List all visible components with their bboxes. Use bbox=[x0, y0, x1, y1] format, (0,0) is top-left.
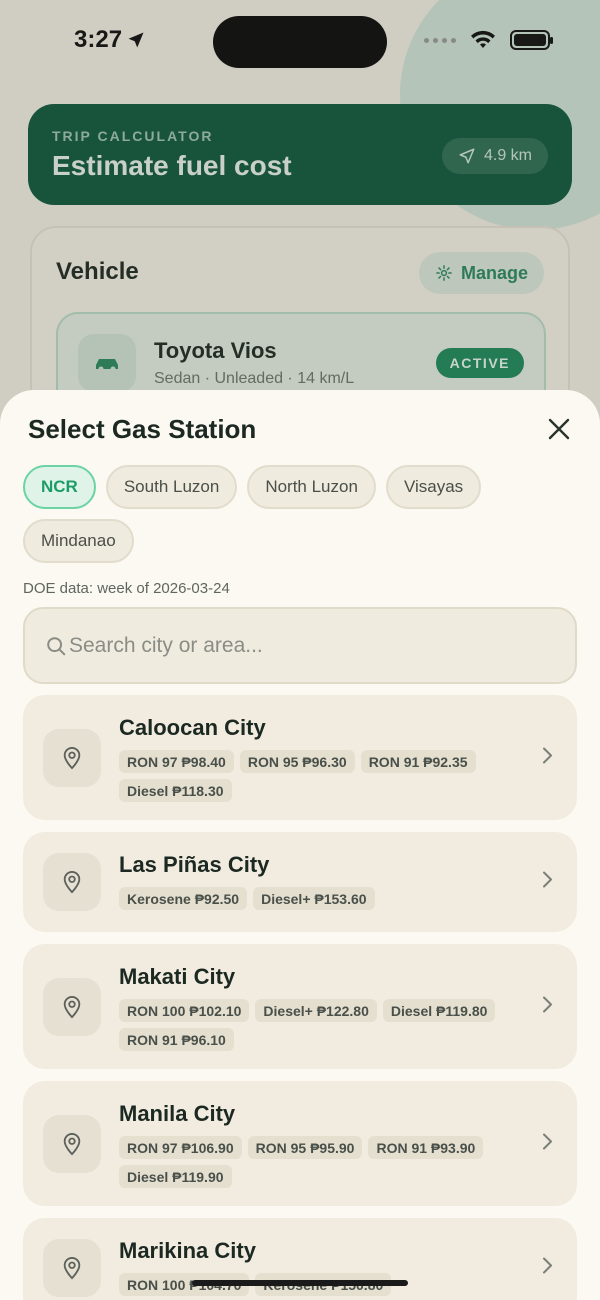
map-pin-icon bbox=[43, 728, 101, 787]
region-chip-mindanao[interactable]: Mindanao bbox=[23, 519, 134, 563]
fuel-price-tag: RON 91 ₱92.35 bbox=[360, 750, 476, 773]
chevron-right-icon bbox=[541, 746, 553, 769]
fuel-price-tag: Diesel+ ₱122.80 bbox=[255, 999, 377, 1022]
fuel-price-tag: Diesel ₱119.90 bbox=[119, 1165, 232, 1188]
fuel-price-tag: Kerosene ₱92.50 bbox=[119, 887, 248, 910]
city-name: Marikina City bbox=[119, 1238, 256, 1263]
map-pin-icon bbox=[43, 1114, 101, 1173]
fuel-price-tag: Diesel ₱119.80 bbox=[382, 999, 496, 1022]
city-name: Manila City bbox=[119, 1101, 236, 1126]
city-name: Makati City bbox=[119, 964, 236, 989]
select-gas-station-sheet: Select Gas Station NCR South Luzon North L… bbox=[0, 390, 600, 1300]
chevron-right-icon bbox=[541, 995, 553, 1018]
fuel-price-tag: RON 91 ₱93.90 bbox=[368, 1136, 484, 1159]
chevron-right-icon bbox=[541, 871, 553, 894]
fuel-price-tag: RON 100 ₱102.10 bbox=[119, 999, 250, 1022]
region-chip-visayas[interactable]: Visayas bbox=[385, 465, 482, 509]
doe-data-note: DOE data: week of 2026-03-24 bbox=[23, 580, 230, 597]
fuel-price-tags: RON 100 ₱102.10 Diesel+ ₱122.80 Diesel ₱11… bbox=[119, 999, 517, 1051]
home-indicator bbox=[192, 1280, 408, 1286]
fuel-price-tags: Kerosene ₱92.50 Diesel+ ₱153.60 bbox=[119, 887, 517, 910]
city-name: Las Piñas City bbox=[119, 852, 270, 877]
city-row[interactable]: Las Piñas City Kerosene ₱92.50 Diesel+ ₱15… bbox=[23, 832, 577, 932]
fuel-price-tag: RON 97 ₱106.90 bbox=[119, 1136, 242, 1159]
fuel-price-tag: Diesel+ ₱153.60 bbox=[253, 887, 375, 910]
city-list: Caloocan City RON 97 ₱98.40 RON 95 ₱96.30 R… bbox=[23, 695, 577, 1300]
search-icon bbox=[47, 636, 66, 655]
sheet-title: Select Gas Station bbox=[28, 414, 257, 444]
region-chip-south-luzon[interactable]: South Luzon bbox=[105, 465, 238, 509]
city-row[interactable]: Manila City RON 97 ₱106.90 RON 95 ₱95.90 RO… bbox=[23, 1081, 577, 1206]
map-pin-icon bbox=[43, 1239, 101, 1297]
close-icon bbox=[548, 418, 570, 440]
region-filter: NCR South Luzon North Luzon Visayas Mindanao bbox=[23, 465, 583, 563]
chevron-right-icon bbox=[541, 1132, 553, 1155]
map-pin-icon bbox=[43, 977, 101, 1036]
region-chip-ncr[interactable]: NCR bbox=[23, 465, 96, 509]
fuel-price-tag: RON 95 ₱95.90 bbox=[247, 1136, 363, 1159]
city-name: Caloocan City bbox=[119, 715, 266, 740]
chevron-right-icon bbox=[541, 1257, 553, 1280]
fuel-price-tag: RON 91 ₱96.10 bbox=[119, 1028, 234, 1051]
close-button[interactable] bbox=[544, 414, 574, 444]
map-pin-icon bbox=[43, 853, 101, 911]
fuel-price-tag: RON 97 ₱98.40 bbox=[119, 750, 234, 773]
search-input[interactable] bbox=[69, 633, 549, 658]
city-row[interactable]: Marikina CityRON 100 ₱104.70Kerosene ₱15… bbox=[23, 1218, 577, 1300]
city-row[interactable]: Makati City RON 100 ₱102.10 Diesel+ ₱122.8… bbox=[23, 944, 577, 1069]
fuel-price-tags: RON 97 ₱106.90 RON 95 ₱95.90 RON 91 ₱93.90… bbox=[119, 1136, 517, 1188]
region-chip-north-luzon[interactable]: North Luzon bbox=[247, 465, 376, 509]
fuel-price-tags: RON 97 ₱98.40 RON 95 ₱96.30 RON 91 ₱92.35 D… bbox=[119, 750, 517, 802]
search-field[interactable] bbox=[23, 607, 577, 684]
fuel-price-tag: RON 95 ₱96.30 bbox=[239, 750, 355, 773]
fuel-price-tag: Diesel ₱118.30 bbox=[119, 779, 232, 802]
city-row[interactable]: Caloocan City RON 97 ₱98.40 RON 95 ₱96.30 R… bbox=[23, 695, 577, 820]
